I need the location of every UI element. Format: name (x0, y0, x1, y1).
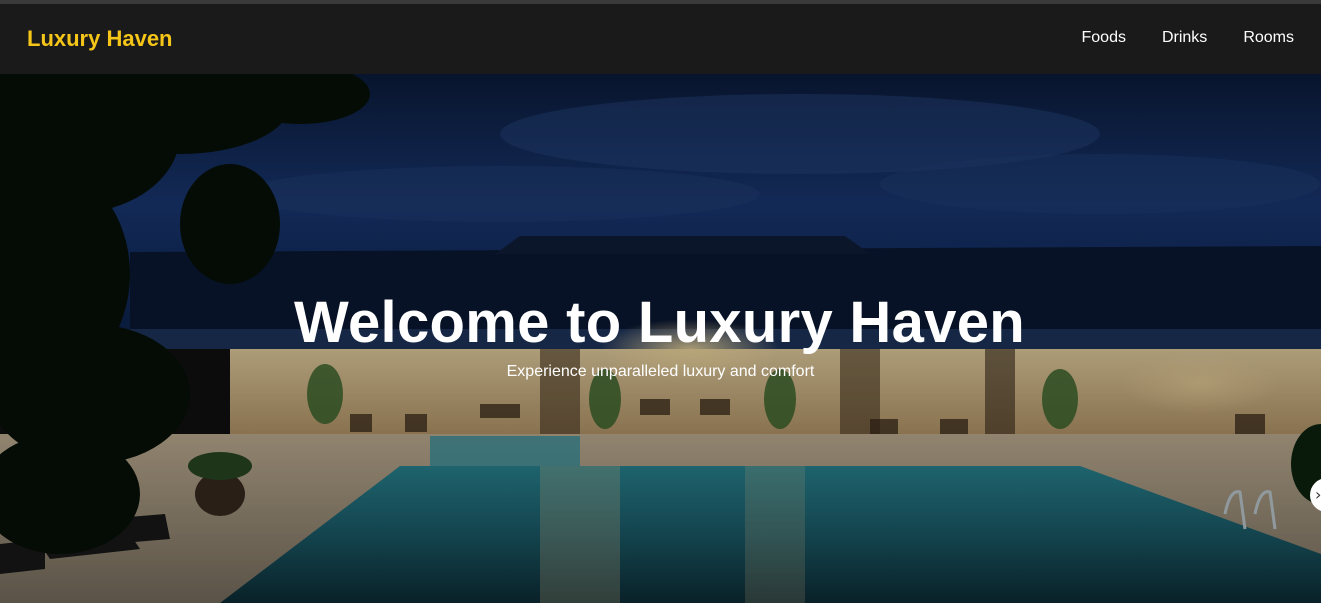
nav-links: Foods Drinks Rooms (1082, 28, 1295, 48)
chevron-right-icon: › (1315, 485, 1321, 504)
nav-link-foods[interactable]: Foods (1082, 28, 1126, 48)
hero-section: Welcome to Luxury Haven Experience unpar… (0, 74, 1321, 603)
nav-link-drinks[interactable]: Drinks (1162, 28, 1207, 48)
hero-title: Welcome to Luxury Haven (293, 289, 1026, 355)
hero-subtitle: Experience unparalleled luxury and comfo… (506, 363, 815, 380)
nav-link-rooms[interactable]: Rooms (1243, 28, 1294, 48)
navbar: Luxury Haven Foods Drinks Rooms (0, 4, 1321, 74)
brand-logo-link[interactable]: Luxury Haven (27, 26, 173, 52)
